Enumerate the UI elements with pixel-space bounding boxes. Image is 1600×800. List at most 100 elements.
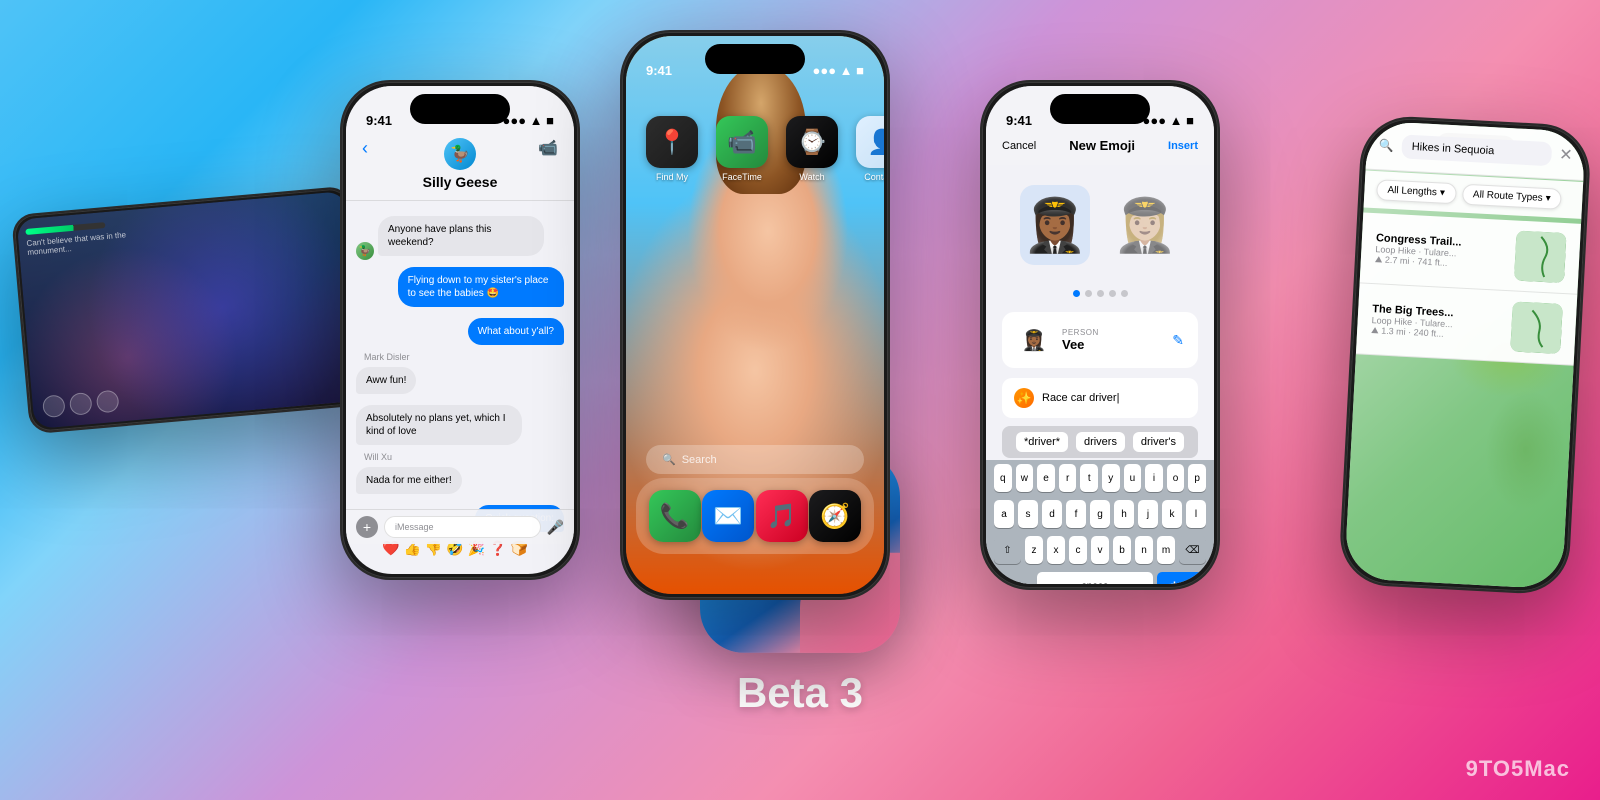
key-q[interactable]: q [994, 464, 1012, 492]
key-t[interactable]: t [1080, 464, 1098, 492]
key-r[interactable]: r [1059, 464, 1077, 492]
emoji-dot-1[interactable] [1073, 290, 1080, 297]
emoji-input-text[interactable]: Race car driver| [1042, 392, 1119, 404]
message-row-2: Mark Disler Aww fun! [356, 352, 564, 398]
search-icon: 🔍 [662, 453, 676, 466]
maps-result-1[interactable]: Congress Trail... Loop Hike · Tulare... … [1360, 212, 1581, 294]
key-a[interactable]: a [994, 500, 1014, 528]
key-h[interactable]: h [1114, 500, 1134, 528]
emoji-dot-4[interactable] [1109, 290, 1116, 297]
key-u[interactable]: u [1124, 464, 1142, 492]
emoji-preview-area: 👩🏾‍✈️ 👩🏼‍✈️ [986, 165, 1214, 285]
key-c[interactable]: c [1069, 536, 1087, 564]
home-dock: 📞 ✉️ 🎵 🧭 [636, 478, 874, 554]
app-watch-icon: ⌚ [786, 116, 838, 168]
video-call-button[interactable]: 📹 [538, 138, 558, 158]
key-o[interactable]: o [1167, 464, 1185, 492]
maps-result-2[interactable]: The Big Trees... Loop Hike · Tulare... ⛰… [1356, 283, 1577, 365]
emoji-cancel-button[interactable]: Cancel [1002, 140, 1036, 152]
key-x[interactable]: x [1047, 536, 1065, 564]
messages-time: 9:41 [366, 113, 392, 128]
key-b[interactable]: b [1113, 536, 1131, 564]
emoji-figure-2[interactable]: 👩🏼‍✈️ [1110, 185, 1180, 265]
key-k[interactable]: k [1162, 500, 1182, 528]
home-status-bar: 9:41 ●●● ▲ ■ [626, 36, 884, 86]
messages-mic-icon[interactable]: 🎤 [547, 519, 564, 536]
key-w[interactable]: w [1016, 464, 1034, 492]
emoji-input-area: ✨ Race car driver| [1002, 378, 1198, 418]
key-backspace[interactable]: ⌫ [1179, 536, 1206, 564]
emoji-screen: 9:41 ●●● ▲ ■ Cancel New Emoji Insert 👩🏾‍… [986, 86, 1214, 584]
autocomplete-3[interactable]: driver's [1133, 432, 1184, 452]
dock-phone[interactable]: 📞 [649, 490, 701, 542]
chevron-down-icon: ▾ [1440, 187, 1446, 198]
messages-phone: 9:41 ●●● ▲ ■ ‹ 🦆 Silly Geese 📹 🦆 Anyone … [340, 80, 580, 580]
messages-add-button[interactable]: + [356, 516, 378, 538]
key-f[interactable]: f [1066, 500, 1086, 528]
key-n[interactable]: n [1135, 536, 1153, 564]
autocomplete-2[interactable]: drivers [1076, 432, 1125, 452]
dock-compass[interactable]: 🧭 [809, 490, 861, 542]
dock-music[interactable]: 🎵 [756, 490, 808, 542]
key-y[interactable]: y [1102, 464, 1120, 492]
autocomplete-1[interactable]: *driver* [1016, 432, 1068, 452]
messages-signal: ●●● ▲ ■ [503, 113, 555, 128]
app-findmy-icon: 📍 [646, 116, 698, 168]
key-shift[interactable]: ⇧ [994, 536, 1021, 564]
key-space[interactable]: space [1037, 572, 1154, 584]
keyboard-row-2: a s d f g h j k l [986, 496, 1214, 532]
home-signal: ●●● ▲ ■ [813, 63, 865, 78]
key-l[interactable]: l [1186, 500, 1206, 528]
ios-beta-label: Beta 3 [737, 669, 863, 717]
maps-filter-lengths[interactable]: All Lengths ▾ [1376, 179, 1457, 204]
msg-sender-will: Will Xu [364, 452, 564, 462]
emoji-person-name: Vee [1062, 337, 1162, 352]
key-p[interactable]: p [1188, 464, 1206, 492]
emoji-time: 9:41 [1006, 113, 1032, 128]
key-e[interactable]: e [1037, 464, 1055, 492]
key-i[interactable]: i [1145, 464, 1163, 492]
messages-input-bar: + iMessage 🎤 [346, 509, 574, 544]
key-m[interactable]: m [1157, 536, 1175, 564]
emoji-dot-2[interactable] [1085, 290, 1092, 297]
gaming-btn-2[interactable] [69, 392, 93, 416]
maps-filter-route-types[interactable]: All Route Types ▾ [1461, 184, 1562, 210]
app-contacts[interactable]: 👤 Contacts [856, 116, 884, 182]
key-z[interactable]: z [1025, 536, 1043, 564]
emoji-autocomplete: *driver* drivers driver's [1002, 426, 1198, 458]
group-name: Silly Geese [362, 174, 558, 190]
gaming-btn-1[interactable] [42, 394, 66, 418]
dock-mail[interactable]: ✉️ [702, 490, 754, 542]
app-facetime-label: FaceTime [722, 172, 762, 182]
app-watch[interactable]: ⌚ Watch [786, 116, 838, 182]
app-findmy[interactable]: 📍 Find My [646, 116, 698, 182]
key-v[interactable]: v [1091, 536, 1109, 564]
msg-sender-mark: Mark Disler [364, 352, 564, 362]
emoji-edit-icon[interactable]: ✎ [1172, 332, 1184, 349]
message-row-3: Absolutely no plans yet, which I kind of… [356, 401, 564, 449]
emoji-title: New Emoji [1069, 138, 1135, 153]
dock-music-icon: 🎵 [756, 490, 808, 542]
emoji-dot-5[interactable] [1121, 290, 1128, 297]
app-facetime[interactable]: 📹 FaceTime [716, 116, 768, 182]
dynamic-island-messages [410, 94, 510, 124]
maps-search-input[interactable]: Hikes in Sequoia [1401, 134, 1552, 166]
maps-search-icon: 🔍 [1378, 138, 1394, 153]
key-g[interactable]: g [1090, 500, 1110, 528]
maps-screen: 🔍 Hikes in Sequoia ✕ All Lengths ▾ All R… [1344, 121, 1586, 590]
maps-close-button[interactable]: ✕ [1559, 145, 1573, 166]
emoji-person-info: 👩🏾‍✈️ PERSON Vee ✎ [1002, 312, 1198, 368]
key-j[interactable]: j [1138, 500, 1158, 528]
messages-screen: 9:41 ●●● ▲ ■ ‹ 🦆 Silly Geese 📹 🦆 Anyone … [346, 86, 574, 574]
gaming-btn-3[interactable] [96, 390, 120, 414]
key-s[interactable]: s [1018, 500, 1038, 528]
emoji-insert-button[interactable]: Insert [1168, 140, 1198, 152]
messages-input-field[interactable]: iMessage [384, 516, 541, 538]
emoji-dot-3[interactable] [1097, 290, 1104, 297]
home-time: 9:41 [646, 63, 672, 78]
home-search-bar[interactable]: 🔍 Search [646, 445, 864, 474]
back-button[interactable]: ‹ [362, 138, 368, 159]
key-d[interactable]: d [1042, 500, 1062, 528]
maps-results: Congress Trail... Loop Hike · Tulare... … [1356, 212, 1581, 365]
emoji-figure-1[interactable]: 👩🏾‍✈️ [1020, 185, 1090, 265]
